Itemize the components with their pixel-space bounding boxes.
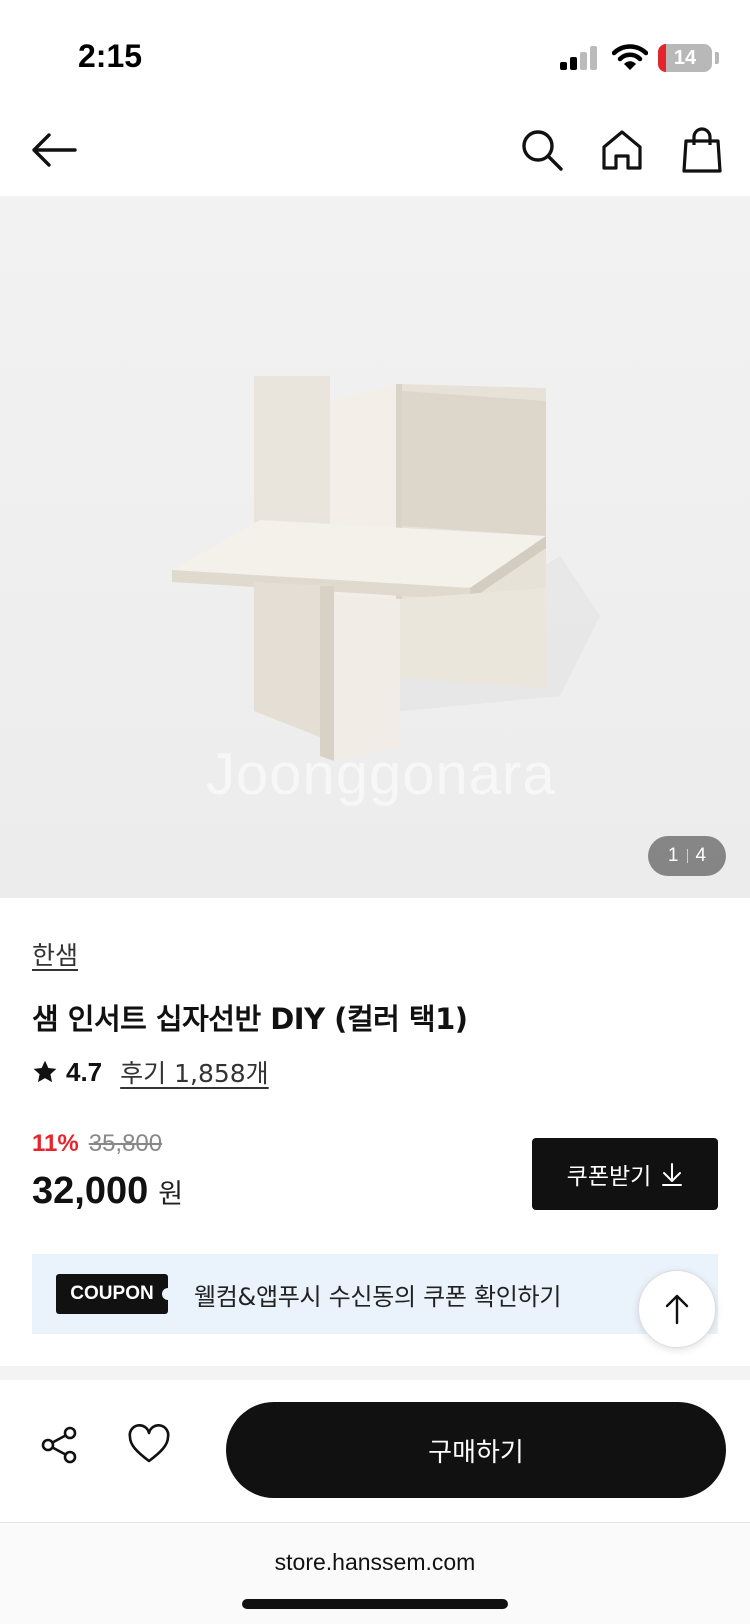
rating-row: 4.7 후기 1,858개 bbox=[32, 1054, 269, 1090]
section-divider bbox=[0, 1366, 750, 1380]
url-text: store.hanssem.com bbox=[274, 1549, 476, 1575]
sale-price: 32,000 bbox=[32, 1170, 149, 1212]
counter-separator bbox=[686, 849, 688, 863]
discount-row: 11% 35,800 bbox=[32, 1130, 162, 1158]
cellular-signal-icon bbox=[560, 46, 597, 70]
shopping-bag-icon bbox=[682, 127, 722, 173]
price-unit: 원 bbox=[158, 1179, 184, 1210]
coupon-tag-notch bbox=[162, 1288, 174, 1300]
coupon-tag: COUPON bbox=[56, 1274, 174, 1314]
image-page-counter: 1 4 bbox=[648, 836, 726, 876]
product-title: 샘 인서트 십자선반 DIY (컬러 택1) bbox=[32, 1002, 468, 1036]
star-icon bbox=[33, 1060, 57, 1083]
top-nav-bar bbox=[0, 108, 750, 196]
scroll-to-top-button[interactable] bbox=[638, 1270, 716, 1348]
discount-rate: 11% bbox=[32, 1130, 79, 1157]
share-button[interactable] bbox=[36, 1422, 82, 1468]
arrow-up-icon bbox=[665, 1294, 689, 1325]
wifi-icon bbox=[612, 44, 648, 70]
battery-percent: 14 bbox=[673, 47, 697, 69]
back-button[interactable] bbox=[28, 124, 80, 176]
original-price: 35,800 bbox=[88, 1130, 163, 1157]
cart-button[interactable] bbox=[676, 124, 728, 176]
heart-icon bbox=[128, 1424, 170, 1463]
home-icon bbox=[602, 130, 642, 170]
battery-tip bbox=[715, 52, 719, 64]
watermark-text: Joonggonara bbox=[206, 742, 556, 807]
coupon-tag-label: COUPON bbox=[70, 1283, 154, 1304]
back-arrow-icon bbox=[32, 133, 77, 167]
battery-indicator: 14 bbox=[658, 44, 712, 72]
review-count-link[interactable]: 후기 1,858개 bbox=[120, 1054, 269, 1090]
buy-button[interactable]: 구매하기 bbox=[226, 1402, 726, 1498]
rating-value: 4.7 bbox=[66, 1056, 103, 1087]
product-image-gallery[interactable]: Joonggonara 1 4 bbox=[0, 196, 750, 898]
current-image-index: 1 bbox=[667, 845, 679, 866]
get-coupon-label: 쿠폰받기 bbox=[566, 1164, 652, 1190]
home-indicator[interactable] bbox=[242, 1599, 508, 1609]
share-icon bbox=[41, 1426, 77, 1464]
search-icon bbox=[522, 130, 563, 171]
get-coupon-button[interactable]: 쿠폰받기 bbox=[532, 1138, 718, 1210]
bottom-action-bar: 구매하기 bbox=[0, 1380, 750, 1522]
search-button[interactable] bbox=[516, 124, 568, 176]
price-row: 32,000 원 bbox=[32, 1170, 183, 1213]
download-icon bbox=[662, 1163, 683, 1186]
brand-link[interactable]: 한샘 bbox=[32, 936, 78, 972]
coupon-banner[interactable]: COUPON 웰컴&앱푸시 수신동의 쿠폰 확인하기 bbox=[32, 1254, 718, 1334]
total-image-count: 4 bbox=[695, 845, 707, 866]
status-bar: 2:15 14 bbox=[0, 0, 750, 108]
wishlist-button[interactable] bbox=[124, 1420, 174, 1468]
coupon-banner-text: 웰컴&앱푸시 수신동의 쿠폰 확인하기 bbox=[194, 1282, 562, 1311]
browser-url-bar[interactable]: store.hanssem.com bbox=[0, 1522, 750, 1624]
status-time: 2:15 bbox=[78, 38, 143, 74]
home-button[interactable] bbox=[596, 124, 648, 176]
